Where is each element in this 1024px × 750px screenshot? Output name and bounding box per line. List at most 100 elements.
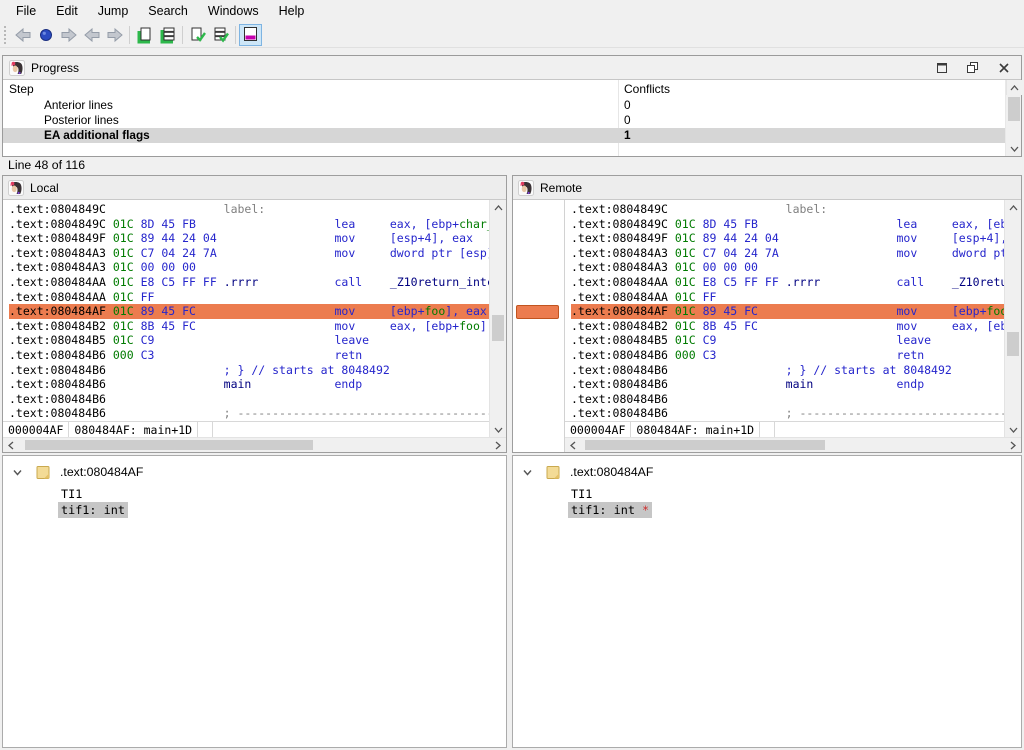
pages-check-button[interactable] xyxy=(209,24,232,46)
back-arrow-icon xyxy=(14,27,32,43)
listing-line[interactable]: .text:080484B5 01C C9 leave xyxy=(9,333,489,348)
ida-app-icon xyxy=(518,180,534,196)
local-vertical-scrollbar[interactable] xyxy=(489,200,506,437)
column-conflicts[interactable]: Conflicts xyxy=(624,82,670,96)
listing-line[interactable]: .text:080484B6 000 C3 retn xyxy=(9,348,489,363)
current-position-button[interactable] xyxy=(34,24,57,46)
listing-line[interactable]: .text:080484B6 ; } // starts at 8048492 xyxy=(9,363,489,378)
merge-view-button[interactable] xyxy=(239,24,262,46)
conflict-marker[interactable] xyxy=(516,305,559,319)
listing-line[interactable]: .text:080484B5 01C C9 leave xyxy=(571,333,1004,348)
listing-line[interactable]: .text:0804849C 01C 8D 45 FB lea eax, [eb… xyxy=(9,217,489,232)
ida-app-icon xyxy=(9,60,25,76)
table-row-selected[interactable]: EA additional flags 1 xyxy=(3,128,1021,143)
pages-accept-button[interactable] xyxy=(156,24,179,46)
scrollbar-thumb[interactable] xyxy=(1007,332,1019,356)
scroll-down-icon[interactable] xyxy=(1006,141,1022,156)
listing-line[interactable]: .text:080484B6 xyxy=(9,392,489,407)
scroll-down-icon[interactable] xyxy=(1005,422,1021,437)
menu-help[interactable]: Help xyxy=(269,2,315,20)
chevron-down-icon[interactable] xyxy=(12,467,23,478)
menu-jump[interactable]: Jump xyxy=(88,2,139,20)
scrollbar-thumb[interactable] xyxy=(585,440,825,450)
local-horizontal-scrollbar[interactable] xyxy=(3,437,506,452)
remote-vertical-scrollbar[interactable] xyxy=(1004,200,1021,437)
scroll-up-icon[interactable] xyxy=(490,200,506,215)
close-button[interactable] xyxy=(990,58,1017,77)
scroll-right-icon[interactable] xyxy=(490,438,506,452)
listing-line[interactable]: .text:080484B6 ; } // starts at 8048492 xyxy=(571,363,1004,378)
listing-line[interactable]: .text:080484AA 01C E8 C5 FF FF .rrrr cal… xyxy=(571,275,1004,290)
listing-line-highlighted[interactable]: .text:080484AF 01C 89 45 FC mov [ebp+foo… xyxy=(571,304,1004,319)
type-name[interactable]: TI1 xyxy=(571,487,592,501)
remote-horizontal-scrollbar[interactable] xyxy=(565,437,1021,452)
tree-node-row[interactable]: .text:080484AF xyxy=(513,463,653,481)
listing-line[interactable]: .text:080484A3 01C 00 00 00 xyxy=(9,260,489,275)
listing-line[interactable]: .text:0804849F 01C 89 44 24 04 mov [esp+… xyxy=(9,231,489,246)
listing-line[interactable]: .text:0804849C label: xyxy=(571,202,1004,217)
listing-line[interactable]: .text:080484B6 ; -----------------------… xyxy=(571,406,1004,421)
offset-value: 000004AF xyxy=(565,423,630,437)
listing-line[interactable]: .text:0804849F 01C 89 44 24 04 mov [esp+… xyxy=(571,231,1004,246)
scroll-left-icon[interactable] xyxy=(565,438,581,452)
table-scrollbar[interactable] xyxy=(1005,80,1021,156)
listing-line[interactable]: .text:0804849C 01C 8D 45 FB lea eax, [eb… xyxy=(571,217,1004,232)
menu-search[interactable]: Search xyxy=(138,2,198,20)
listing-line[interactable]: .text:080484B2 01C 8B 45 FC mov eax, [eb… xyxy=(9,319,489,334)
maximize-button[interactable] xyxy=(928,58,955,77)
listing-line[interactable]: .text:080484B6 xyxy=(571,392,1004,407)
type-value-selected[interactable]: tif1: int * xyxy=(568,502,652,518)
menu-windows[interactable]: Windows xyxy=(198,2,269,20)
back-arrow-button[interactable] xyxy=(11,24,34,46)
tree-node-row[interactable]: .text:080484AF xyxy=(3,463,143,481)
toolbar-grip[interactable] xyxy=(3,26,7,44)
table-row[interactable]: Posterior lines 0 xyxy=(3,113,1021,128)
local-pane-title: Local xyxy=(30,181,59,195)
page-check-icon xyxy=(189,26,207,44)
prev-arrow-button[interactable] xyxy=(80,24,103,46)
conflicts-value: 1 xyxy=(624,128,631,142)
table-row[interactable]: Anterior lines 0 xyxy=(3,98,1021,113)
menu-file[interactable]: File xyxy=(6,2,46,20)
scroll-right-icon[interactable] xyxy=(1005,438,1021,452)
restore-button[interactable] xyxy=(959,58,986,77)
menu-edit[interactable]: Edit xyxy=(46,2,88,20)
restore-icon xyxy=(967,62,978,73)
page-check-button[interactable] xyxy=(186,24,209,46)
scrollbar-thumb[interactable] xyxy=(492,315,504,341)
folder-icon xyxy=(546,465,561,480)
address-node-label[interactable]: .text:080484AF xyxy=(570,465,653,479)
listing-line[interactable]: .text:080484AA 01C FF xyxy=(9,290,489,305)
listing-line[interactable]: .text:080484B6 main endp xyxy=(9,377,489,392)
remote-pane-header: Remote xyxy=(513,176,1021,200)
type-name[interactable]: TI1 xyxy=(61,487,82,501)
listing-line[interactable]: .text:080484AA 01C FF xyxy=(571,290,1004,305)
address-node-label[interactable]: .text:080484AF xyxy=(60,465,143,479)
column-step[interactable]: Step xyxy=(9,82,34,96)
listing-line[interactable]: .text:080484B2 01C 8B 45 FC mov eax, [eb… xyxy=(571,319,1004,334)
page-accept-button[interactable] xyxy=(133,24,156,46)
scroll-up-icon[interactable] xyxy=(1005,200,1021,215)
chevron-down-icon[interactable] xyxy=(522,467,533,478)
listing-line[interactable]: .text:080484A3 01C C7 04 24 7A mov dword… xyxy=(9,246,489,261)
listing-line[interactable]: .text:0804849C label: xyxy=(9,202,489,217)
scrollbar-thumb[interactable] xyxy=(1008,97,1020,121)
scroll-left-icon[interactable] xyxy=(3,438,19,452)
scroll-up-icon[interactable] xyxy=(1006,80,1022,95)
listing-line[interactable]: .text:080484A3 01C 00 00 00 xyxy=(571,260,1004,275)
next-arrow-button[interactable] xyxy=(103,24,126,46)
forward-arrow-button[interactable] xyxy=(57,24,80,46)
local-disassembly-listing: .text:0804849C label:.text:0804849C 01C … xyxy=(3,200,489,421)
scrollbar-thumb[interactable] xyxy=(25,440,313,450)
conflict-gutter xyxy=(513,200,565,452)
listing-line-highlighted[interactable]: .text:080484AF 01C 89 45 FC mov [ebp+foo… xyxy=(9,304,489,319)
listing-line[interactable]: .text:080484A3 01C C7 04 24 7A mov dword… xyxy=(571,246,1004,261)
listing-line[interactable]: .text:080484B6 000 C3 retn xyxy=(571,348,1004,363)
remote-pane: Remote .text:0804849C label:.text:080484… xyxy=(512,175,1022,453)
scroll-down-icon[interactable] xyxy=(490,422,506,437)
conflicts-value: 0 xyxy=(624,113,631,127)
listing-line[interactable]: .text:080484B6 ; -----------------------… xyxy=(9,406,489,421)
listing-line[interactable]: .text:080484AA 01C E8 C5 FF FF .rrrr cal… xyxy=(9,275,489,290)
type-value-selected[interactable]: tif1: int xyxy=(58,502,128,518)
listing-line[interactable]: .text:080484B6 main endp xyxy=(571,377,1004,392)
